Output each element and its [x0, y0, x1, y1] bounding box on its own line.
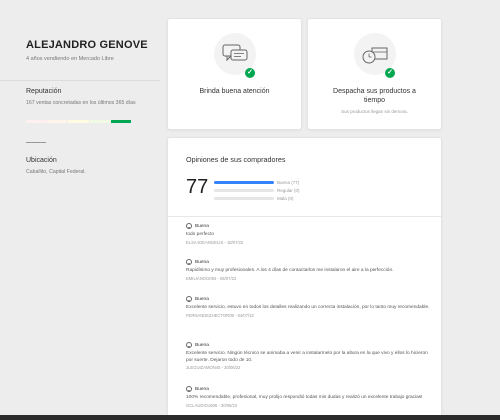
- review-item: Buena todo perfecto ELSA-IDEANGELIS - 18…: [186, 223, 431, 245]
- bar-row-regular: Regular (0): [214, 186, 300, 194]
- card-note: Sus productos llegan sin demora.: [341, 109, 408, 114]
- bar-label: Regular (0): [277, 187, 300, 193]
- review-head: Buena: [186, 259, 431, 265]
- seller-column: ALEJANDRO GENOVE 4 años vendiendo en Mer…: [0, 0, 160, 420]
- bar-label: Buena (77): [277, 179, 300, 185]
- review-text: todo perfecto: [186, 232, 215, 237]
- review-item: Buena Rapidísimo y muy profesionales. A …: [186, 259, 431, 281]
- location-title: Ubicación: [26, 157, 57, 164]
- bar-row-good: Buena (77): [214, 178, 300, 186]
- divider: [168, 216, 441, 217]
- review-rating: Buena: [195, 223, 209, 229]
- reputation-text: 167 ventas concretadas en los últimos 36…: [26, 100, 136, 106]
- card-label: Despacha sus productos a tiempo: [333, 88, 416, 104]
- review-head: Buena: [186, 223, 431, 229]
- card-label: Brinda buena atención: [199, 88, 270, 95]
- review-meta: GCLAUDIO1606 - 30/06/22: [186, 402, 238, 408]
- opinions-panel: Opiniones de sus compradores 77 Buena (7…: [167, 137, 442, 420]
- review-item: Buena Excelente servicio, estuvo en todo…: [186, 296, 431, 318]
- bar-good: [214, 180, 274, 184]
- review-text: Rapidísimo y muy profesionales. A los 4 …: [186, 268, 394, 273]
- bar-bad: [214, 196, 274, 200]
- bar-regular: [214, 188, 274, 192]
- smile-icon: [186, 223, 192, 229]
- thermometer-segment: [110, 120, 132, 123]
- opinions-bars: Buena (77) Regular (0) Mala (0): [214, 178, 300, 202]
- smile-icon: [186, 259, 192, 265]
- opinions-title: Opiniones de sus compradores: [186, 155, 286, 164]
- review-item: Buena 100% recomendable, profesional, mu…: [186, 386, 431, 408]
- divider-dash: [26, 142, 46, 143]
- review-head: Buena: [186, 342, 431, 348]
- attention-card: ✓ Brinda buena atención: [167, 18, 302, 130]
- bar-label: Mala (0): [277, 195, 294, 201]
- check-icon: ✓: [385, 68, 395, 78]
- check-icon: ✓: [245, 68, 255, 78]
- thermometer-segment: [26, 120, 47, 123]
- smile-icon: [186, 342, 192, 348]
- thermometer-segment: [68, 120, 89, 123]
- review-meta: FERNANDEZHECTOR09 - 04/07/22: [186, 312, 254, 318]
- review-head: Buena: [186, 296, 431, 302]
- review-meta: EMILIANOG094 - 05/07/22: [186, 275, 237, 281]
- review-head: Buena: [186, 386, 431, 392]
- review-item: Buena Excelente servicio. Ningún técnico…: [186, 342, 431, 370]
- thermometer-segment: [89, 120, 110, 123]
- review-meta: JLEGUIZAMON45 - 30/06/22: [186, 365, 241, 370]
- divider: [0, 80, 160, 81]
- smile-icon: [186, 296, 192, 302]
- reputation-title: Reputación: [26, 88, 62, 95]
- seller-subtitle: 4 años vendiendo en Mercado Libre: [26, 56, 114, 62]
- bar-row-bad: Mala (0): [214, 194, 300, 202]
- seller-name: ALEJANDRO GENOVE: [26, 39, 148, 51]
- opinions-score: 77: [186, 176, 209, 198]
- os-taskbar: [0, 415, 500, 420]
- review-rating: Buena: [195, 296, 209, 302]
- review-text: Excelente servicio. Ningún técnico se an…: [186, 351, 428, 363]
- review-rating: Buena: [195, 386, 209, 392]
- review-meta: ELSA-IDEANGELIS - 18/07/22: [186, 239, 244, 245]
- bar-fill: [214, 180, 274, 184]
- review-text: 100% recomendable, profesional, muy prol…: [186, 395, 423, 400]
- smile-icon: [186, 386, 192, 392]
- reputation-thermometer: [26, 120, 132, 123]
- thermometer-segment: [47, 120, 68, 123]
- location-text: Caballito, Capital Federal.: [26, 169, 86, 175]
- review-rating: Buena: [195, 342, 209, 348]
- review-rating: Buena: [195, 259, 209, 265]
- review-text: Excelente servicio, estuvo en todos los …: [186, 305, 430, 310]
- shipping-card: ✓ Despacha sus productos a tiempo Sus pr…: [307, 18, 442, 130]
